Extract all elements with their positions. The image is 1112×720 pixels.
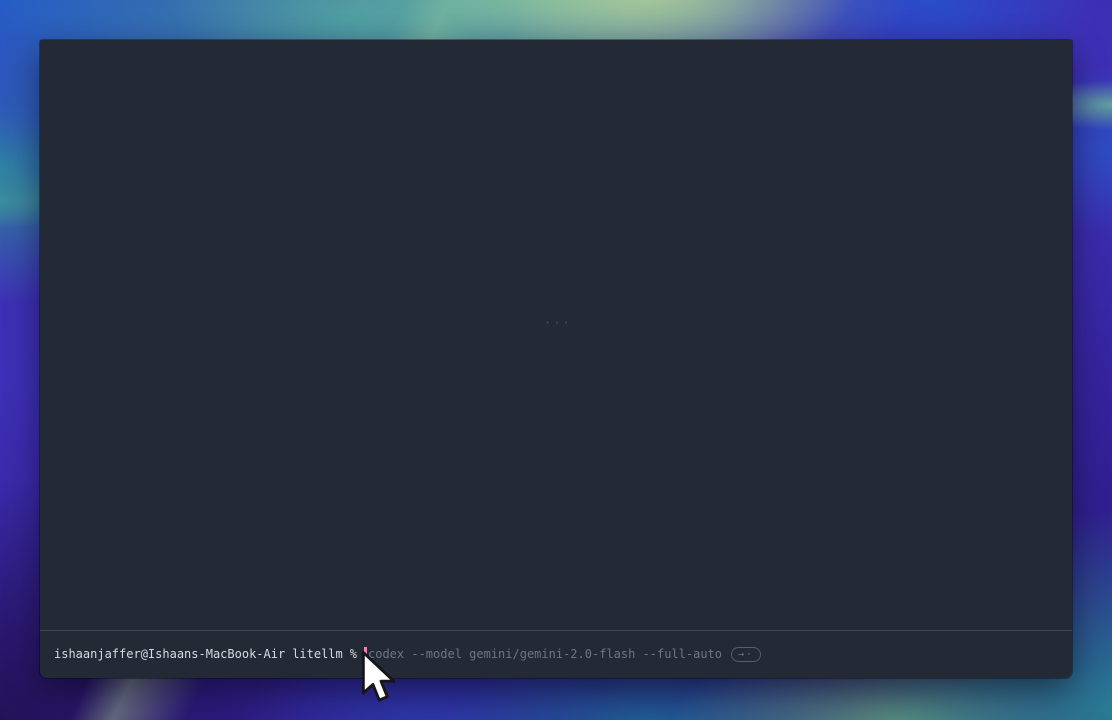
text-caret [364,647,367,662]
accept-suggestion-hint-pill: →· [731,647,761,662]
prompt-directory: litellm [292,647,343,661]
autosuggestion-text: codex --model gemini/gemini-2.0-flash --… [368,647,722,661]
terminal-screen[interactable]: ··· [40,40,1072,630]
terminal-window[interactable]: ··· ishaanjaffer@Ishaans-MacBook-Air lit… [40,40,1072,678]
prompt-symbol: % [350,647,357,661]
command-prompt-line[interactable]: ishaanjaffer@Ishaans-MacBook-Air litellm… [54,631,1062,677]
prompt-user-host: ishaanjaffer@Ishaans-MacBook-Air [54,647,285,661]
loading-ellipsis: ··· [544,316,572,330]
